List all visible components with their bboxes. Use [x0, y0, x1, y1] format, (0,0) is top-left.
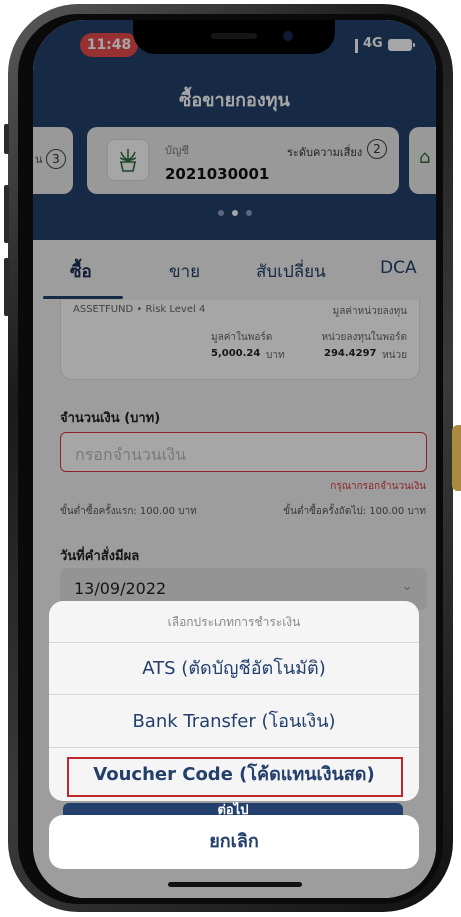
action-sheet-title: เลือกประเภทการชำระเงิน: [49, 601, 419, 643]
mute-switch: [4, 124, 9, 154]
cancel-button[interactable]: ยกเลิก: [49, 815, 419, 869]
home-indicator: [168, 882, 302, 887]
volume-down-button: [4, 258, 9, 316]
volume-up-button: [4, 185, 9, 243]
phone-screen: 11:48 4G ซื้อขายกองทุน น 3 บัญชี 2021030…: [33, 20, 436, 898]
option-ats[interactable]: ATS (ตัดบัญชีอัตโนมัติ): [49, 643, 419, 695]
highlight-box: [67, 757, 403, 797]
side-widget: [452, 425, 461, 491]
option-bank-transfer[interactable]: Bank Transfer (โอนเงิน): [49, 696, 419, 748]
